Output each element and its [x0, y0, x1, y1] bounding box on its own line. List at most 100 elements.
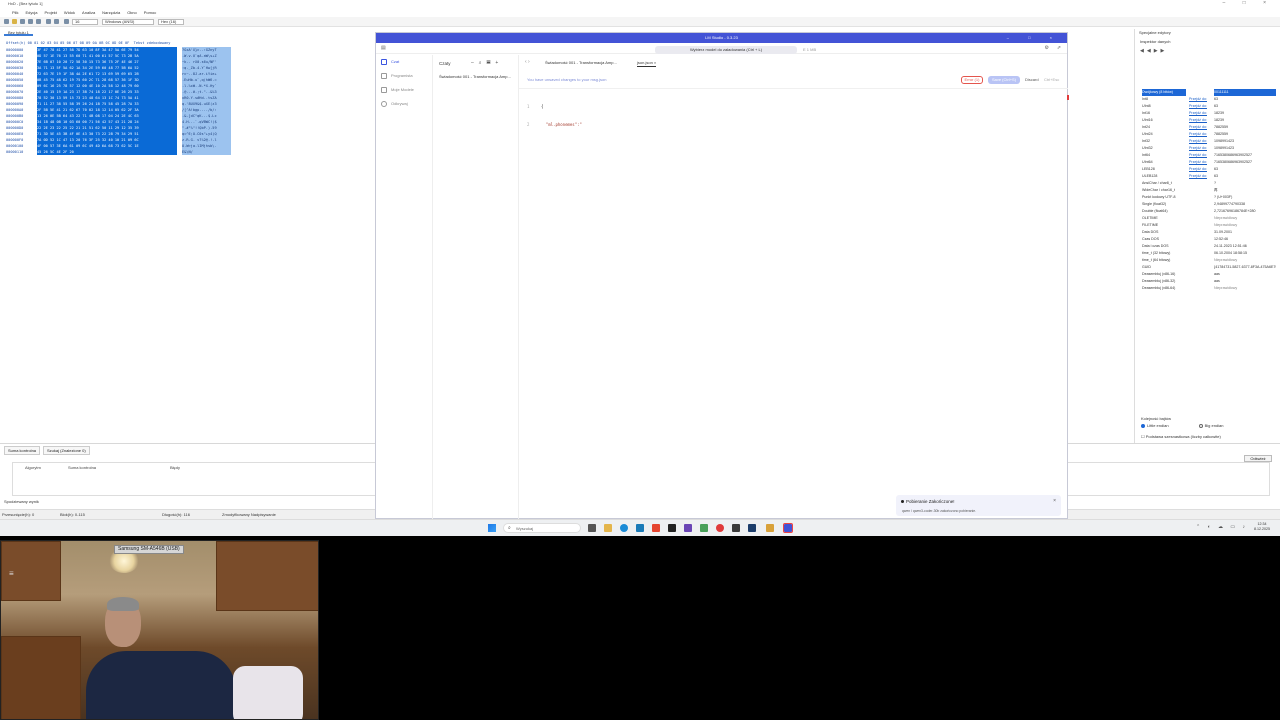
goto-link[interactable]: Przejdź do: — [1189, 103, 1207, 110]
little-endian-radio[interactable]: Little endian — [1141, 423, 1169, 428]
app-icon[interactable] — [766, 524, 774, 532]
lm-window-controls[interactable]: – □ × — [1007, 33, 1061, 43]
tab-search-results[interactable]: Szukaj (Znalezione 0) — [43, 446, 90, 455]
goto-link[interactable]: Przejdź do: — [1189, 145, 1207, 152]
inspector-row[interactable]: Data i czas DOS 24.11.2023 12:51:46 — [1140, 243, 1277, 250]
edge-icon[interactable] — [620, 524, 628, 532]
error-badge[interactable]: Error (1) — [961, 76, 983, 84]
new-file-icon[interactable] — [4, 19, 9, 24]
goto-link[interactable]: Przejdź do: — [1189, 131, 1207, 138]
goto-link[interactable]: Przejdź do: — [1189, 117, 1207, 124]
inspector-row[interactable]: UInt16 Przejdź do: 18239 — [1140, 117, 1277, 124]
goto-link[interactable]: Przejdź do: — [1189, 124, 1207, 131]
goto-link[interactable]: Przejdź do: — [1189, 138, 1207, 145]
nav-developer[interactable]: Programista — [376, 69, 432, 83]
open-folder-icon[interactable] — [12, 19, 17, 24]
inspector-row[interactable]: Czas DOS 12:52:46 — [1140, 236, 1277, 243]
goto-link[interactable]: Przejdź do: — [1189, 152, 1207, 159]
nav-chat[interactable]: Czat — [376, 55, 432, 69]
menu-project[interactable]: Projekt — [44, 9, 56, 17]
menu-help[interactable]: Pomoc — [144, 9, 156, 17]
panel-toggle-icon[interactable]: ⇗ — [1057, 45, 1061, 51]
windows-start-icon[interactable] — [488, 524, 496, 532]
inspector-row[interactable]: WideChar / char16_t 再 — [1140, 187, 1277, 194]
inspector-row[interactable]: Deasembluj (x86-16) aas — [1140, 271, 1277, 278]
system-tray-icons[interactable]: ⌃ ◐ ☁ ▭ ♪ — [1196, 524, 1248, 530]
lm-studio-taskbar-icon[interactable] — [783, 523, 793, 533]
nav-discover[interactable]: Odkrywaj — [376, 97, 432, 111]
sidebar-toggle-icon[interactable]: ▤ — [381, 45, 386, 51]
inspector-row[interactable]: ULEB128 Przejdź do: 63 — [1140, 173, 1277, 180]
settings-icon[interactable]: ⚙ — [1045, 45, 1049, 51]
visual-studio-icon[interactable] — [684, 524, 692, 532]
notepad-icon[interactable] — [700, 524, 708, 532]
app-icon[interactable] — [732, 524, 740, 532]
menu-window[interactable]: Okno — [127, 9, 137, 17]
file-explorer-icon[interactable] — [604, 524, 612, 532]
close-file-icon[interactable] — [36, 19, 41, 24]
inspector-row[interactable]: time_t (32 bitowy) 06.10.2004 18:58:15 — [1140, 250, 1277, 257]
inspector-row[interactable]: UInt24 Przejdź do: 7882559 — [1140, 131, 1277, 138]
save-icon[interactable] — [20, 19, 25, 24]
inspector-row[interactable]: AnsiChar / char8_t? — [1140, 180, 1277, 187]
back-forward-icons[interactable]: ‹ › — [525, 59, 530, 65]
tab-checksum[interactable]: Suma kontrolna — [4, 446, 41, 455]
goto-link[interactable]: Przejdź do: — [1189, 159, 1207, 166]
hex-base-checkbox[interactable]: ☐ Podstawa szesnastkowa (liczby całkowit… — [1141, 434, 1221, 439]
menu-icon[interactable]: ≡ — [9, 569, 14, 578]
number-base-select[interactable]: Hex (16) — [158, 19, 184, 25]
model-load-select[interactable]: Wybierz model do załadowania (Ctrl + L) — [655, 46, 797, 54]
inspector-row[interactable]: GUID {41784731-5827-6377-8F3A-475A6E7954} — [1140, 264, 1277, 271]
goto-link[interactable]: Przejdź do: — [1189, 166, 1207, 173]
inspector-row[interactable]: FILETIME Nieprawidłowy — [1140, 222, 1277, 229]
task-view-icon[interactable] — [588, 524, 596, 532]
menu-file[interactable]: Plik — [12, 9, 18, 17]
tab-chat[interactable]: Świadomość 001 - Transformacja Amp... — [545, 60, 617, 65]
menu-tools[interactable]: Narzędzia — [102, 9, 120, 17]
inspector-row[interactable]: Single (float32) 2,94899774790338 — [1140, 201, 1277, 208]
goto-link[interactable]: Przejdź do: — [1189, 96, 1207, 103]
hxd-window-controls[interactable]: – □ × — [1223, 0, 1275, 6]
discard-button[interactable]: Discard — [1025, 76, 1039, 84]
menu-edit[interactable]: Edycja — [25, 9, 37, 17]
inspector-row[interactable]: UInt32 Przejdź do: 1098991423 — [1140, 145, 1277, 152]
steam-icon[interactable] — [748, 524, 756, 532]
tab-json-file[interactable]: json.json × — [637, 60, 657, 67]
hex-text-column[interactable]: ?GxA'X}c..:GZnyT .W.v.U`qA.aW\s+Z ~k.. rX0… — [182, 47, 231, 155]
inspector-row[interactable]: Dwójkowy (8 bitów) 00111111 — [1140, 89, 1277, 96]
inspector-row[interactable]: OLETIME Nieprawidłowy — [1140, 215, 1277, 222]
inspector-row[interactable]: Int16 Przejdź do: 18239 — [1140, 110, 1277, 117]
inspector-row[interactable]: Int24 Przejdź do: 7882559 — [1140, 124, 1277, 131]
column-header-algorithm[interactable]: Algorytm — [25, 465, 41, 470]
inspector-row[interactable]: LEB128 Przejdź do: 63 — [1140, 166, 1277, 173]
encoding-select[interactable]: Windows (ANSI) — [102, 19, 154, 25]
taskbar-clock[interactable]: 12:34 8.12.2025 — [1254, 522, 1270, 532]
undo-icon[interactable] — [46, 19, 51, 24]
big-endian-radio[interactable]: Big endian — [1198, 423, 1223, 428]
goto-link[interactable]: Przejdź do: — [1189, 173, 1207, 180]
inspector-row[interactable]: Deasembluj (x86-32) aas — [1140, 278, 1277, 285]
refresh-button[interactable]: Odśwież — [1244, 455, 1272, 462]
inspector-row[interactable]: Int64 Przejdź do: 7165380686963902527 — [1140, 152, 1277, 159]
inspector-row[interactable]: UInt8 Przejdź do: 63 — [1140, 103, 1277, 110]
file-tab[interactable]: Bez tytułu 1 — [4, 29, 33, 36]
chrome-icon[interactable] — [716, 524, 724, 532]
column-header-checksum[interactable]: Suma kontrolna — [68, 465, 96, 470]
inspector-navigation-icons[interactable]: ◀◀▶▶ — [1140, 48, 1167, 54]
close-icon[interactable]: × — [1053, 498, 1056, 504]
taskbar-search[interactable]: ⌕ Wyszukaj — [503, 523, 581, 533]
inspector-row[interactable]: Int32 Przejdź do: 1098991423 — [1140, 138, 1277, 145]
menu-analysis[interactable]: Analiza — [82, 9, 95, 17]
goto-link[interactable]: Przejdź do: — [1189, 110, 1207, 117]
inspector-row[interactable]: Deasembluj (x86-64) Nieprawidłowy — [1140, 285, 1277, 292]
inspector-row[interactable]: time_t (64 bitowy) Nieprawidłowy — [1140, 257, 1277, 264]
store-icon[interactable] — [636, 524, 644, 532]
terminal-icon[interactable] — [668, 524, 676, 532]
redo-icon[interactable] — [54, 19, 59, 24]
data-inspector-tab[interactable]: Inspektor danych — [1140, 39, 1170, 44]
bytes-per-row-select[interactable]: 16 — [72, 19, 98, 25]
brave-icon[interactable] — [652, 524, 660, 532]
hex-bytes-column[interactable]: 3F 47 78 41 27 58 7D 63 10 8F 3A 47 5A 6… — [37, 47, 177, 155]
save-all-icon[interactable] — [28, 19, 33, 24]
code-editor[interactable]: 1{ 2 "ml.phonemes":" — [527, 92, 582, 140]
